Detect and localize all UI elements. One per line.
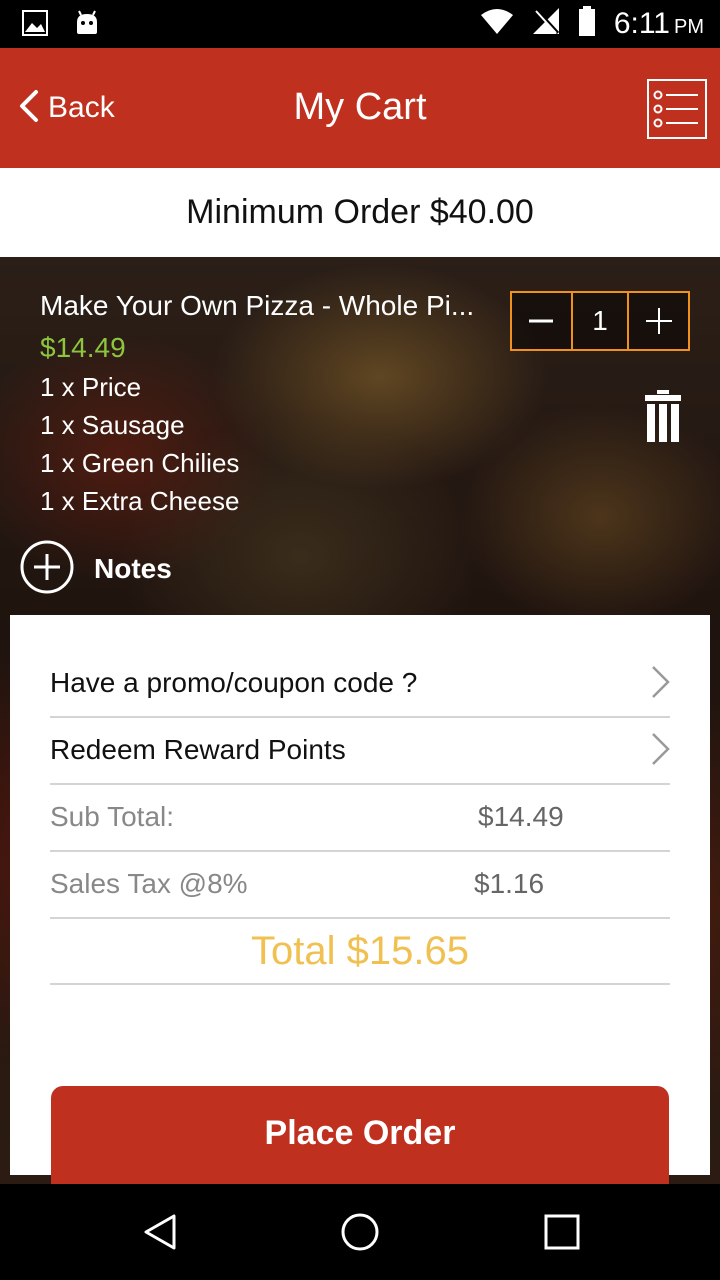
status-time: 6:11 PM — [613, 6, 704, 40]
place-order-button[interactable]: Place Order — [51, 1086, 669, 1186]
item-modifier: 1 x Extra Cheese — [40, 486, 240, 516]
minimum-order-banner: Minimum Order $40.00 — [0, 168, 720, 257]
item-price: $14.49 — [40, 332, 126, 363]
redeem-rewards-row[interactable]: Redeem Reward Points — [50, 718, 670, 785]
subtotal-label: Sub Total: — [50, 801, 175, 832]
status-bar: 6:11 PM — [0, 0, 720, 48]
subtotal-value: $14.49 — [478, 801, 564, 832]
increase-quantity-button[interactable] — [629, 293, 688, 349]
order-summary-card: Have a promo/coupon code ? Redeem Reward… — [10, 615, 710, 1186]
decrease-quantity-button[interactable] — [512, 293, 571, 349]
redeem-rewards-label: Redeem Reward Points — [50, 734, 346, 765]
quantity-value: 1 — [570, 293, 630, 349]
quantity-stepper: 1 — [510, 291, 690, 351]
total-row: Total $15.65 — [50, 917, 670, 985]
order-total: Total $15.65 — [251, 929, 469, 973]
cart-screen: 6:11 PM Back My Cart Minimum Order $40.00 — [0, 0, 720, 1280]
sales-tax-value: $1.16 — [474, 868, 545, 899]
subtotal-row: Sub Total: $14.49 — [50, 785, 670, 852]
system-nav-bar — [0, 1184, 720, 1280]
item-modifier: 1 x Sausage — [40, 410, 185, 440]
promo-code-row[interactable]: Have a promo/coupon code ? — [50, 651, 670, 718]
notes-button[interactable]: Notes — [20, 540, 172, 599]
sales-tax-label: Sales Tax @8% — [50, 868, 248, 899]
minus-icon — [529, 319, 554, 323]
signal-off-icon — [532, 7, 560, 40]
nav-recents-icon[interactable] — [542, 1212, 582, 1252]
item-name: Make Your Own Pizza - Whole Pi... — [40, 290, 475, 321]
page-title: My Cart — [293, 86, 427, 128]
image-icon — [22, 10, 48, 41]
wifi-icon — [480, 7, 514, 40]
app-header: Back My Cart — [0, 48, 720, 168]
android-icon — [74, 10, 100, 41]
item-modifier: 1 x Green Chilies — [40, 448, 240, 478]
menu-list-icon[interactable] — [646, 78, 708, 140]
battery-icon — [578, 6, 596, 41]
plus-icon — [645, 308, 672, 334]
nav-back-icon[interactable] — [140, 1212, 180, 1252]
item-modifier: 1 x Price — [40, 372, 142, 402]
notes-label: Notes — [94, 553, 172, 584]
trash-icon[interactable] — [644, 390, 682, 442]
promo-code-label: Have a promo/coupon code ? — [50, 667, 418, 698]
chevron-right-icon — [650, 732, 670, 771]
chevron-right-icon — [650, 665, 670, 704]
sales-tax-row: Sales Tax @8% $1.16 — [50, 852, 670, 919]
nav-home-icon[interactable] — [340, 1212, 380, 1252]
add-circle-icon — [20, 540, 74, 599]
